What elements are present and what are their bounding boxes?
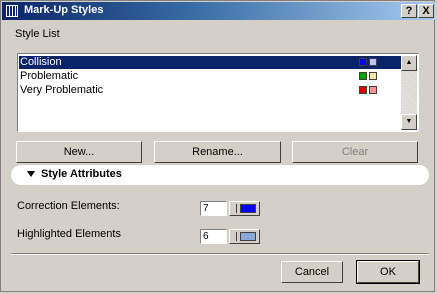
- color-button-divider: [236, 204, 237, 213]
- list-scrollbar[interactable]: ▲ ▼: [401, 55, 417, 130]
- list-item-secondary-color: [369, 72, 377, 80]
- rename-button[interactable]: Rename...: [154, 141, 281, 163]
- list-item-label: Collision: [20, 56, 62, 68]
- color-button-divider: [236, 232, 237, 241]
- new-button[interactable]: New...: [16, 141, 142, 163]
- list-item-primary-color: [359, 58, 367, 66]
- expand-triangle-icon: [27, 171, 35, 177]
- scroll-up-arrow-icon[interactable]: ▲: [401, 55, 417, 71]
- list-item-primary-color: [359, 86, 367, 94]
- highlighted-color-swatch: [240, 232, 256, 241]
- highlighted-elements-label: Highlighted Elements: [17, 228, 121, 240]
- highlighted-elements-input[interactable]: 6: [200, 229, 227, 244]
- list-item-secondary-color: [369, 58, 377, 66]
- list-item[interactable]: Very Problematic: [19, 84, 402, 97]
- footer-divider: [11, 253, 429, 255]
- style-list[interactable]: Collision Problematic Very Problematic ▲…: [17, 53, 419, 132]
- window-title: Mark-Up Styles: [24, 4, 104, 16]
- correction-color-button[interactable]: [229, 201, 260, 216]
- list-item[interactable]: Collision: [19, 56, 402, 69]
- correction-elements-label: Correction Elements:: [17, 200, 120, 212]
- style-attributes-header[interactable]: Style Attributes: [11, 165, 429, 185]
- list-item-secondary-color: [369, 86, 377, 94]
- list-item-label: Problematic: [20, 70, 79, 82]
- app-icon: [6, 5, 18, 17]
- cancel-button[interactable]: Cancel: [281, 261, 343, 283]
- correction-color-swatch: [240, 204, 256, 213]
- help-button[interactable]: ?: [401, 4, 417, 18]
- style-list-label: Style List: [15, 28, 60, 40]
- list-item[interactable]: Problematic: [19, 70, 402, 83]
- highlighted-color-button[interactable]: [229, 229, 260, 244]
- title-bar[interactable]: Mark-Up Styles ? X: [2, 2, 435, 20]
- correction-elements-input[interactable]: 7: [200, 201, 227, 216]
- close-button[interactable]: X: [418, 4, 434, 18]
- list-item-label: Very Problematic: [20, 84, 104, 96]
- ok-button[interactable]: OK: [356, 260, 420, 284]
- clear-button[interactable]: Clear: [292, 141, 418, 163]
- style-attributes-label: Style Attributes: [41, 168, 122, 180]
- list-item-primary-color: [359, 72, 367, 80]
- scroll-down-arrow-icon[interactable]: ▼: [401, 114, 417, 130]
- mark-up-styles-dialog: Mark-Up Styles ? X Style List Collision …: [0, 0, 435, 292]
